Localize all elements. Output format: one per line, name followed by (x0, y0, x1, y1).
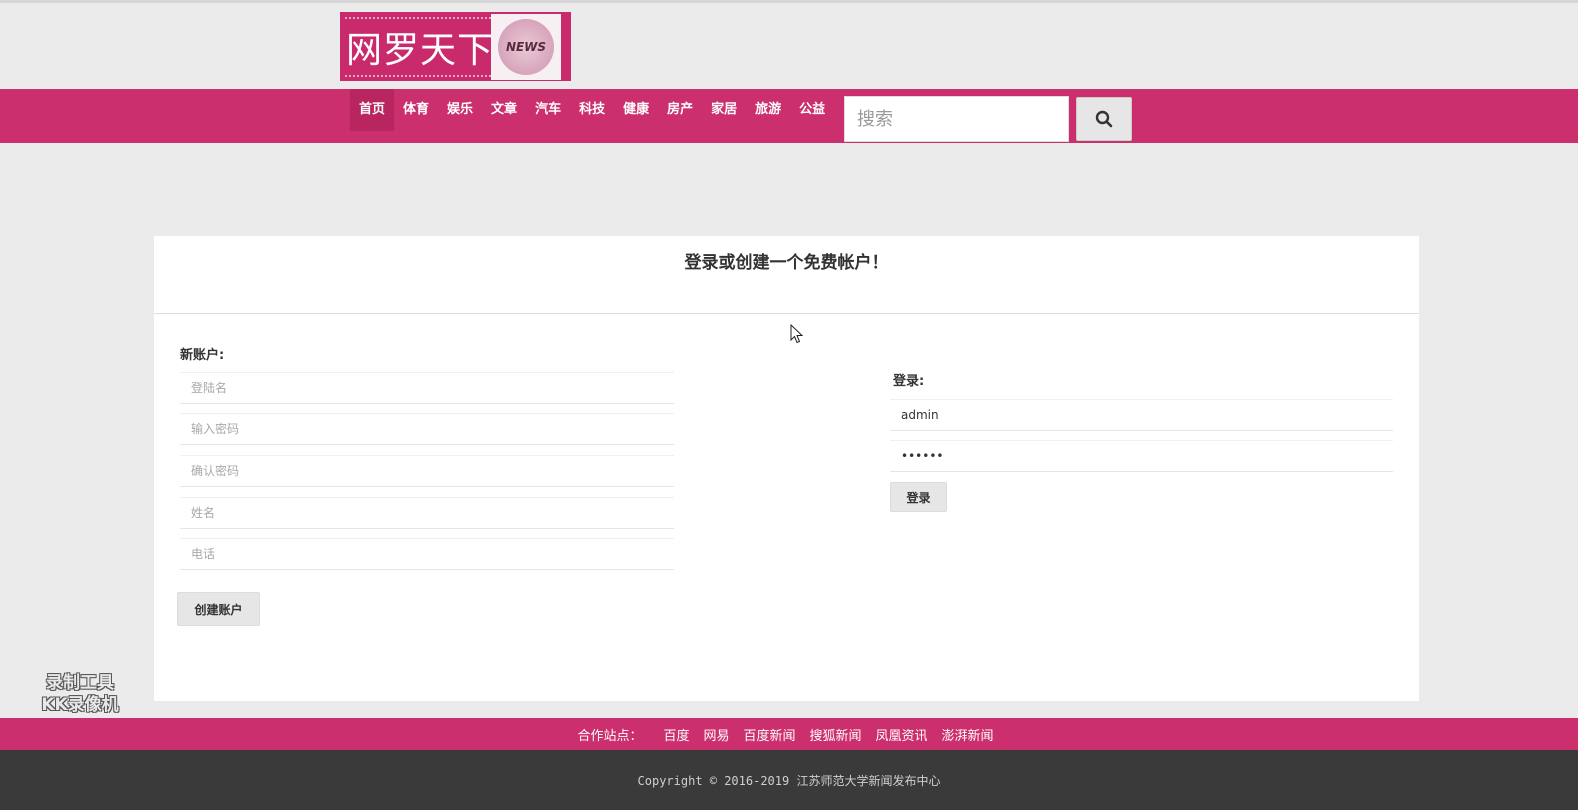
nav-item-home-living[interactable]: 家居 (702, 89, 746, 131)
logo-text: 网罗天下 (345, 16, 495, 77)
footer-partner-links: 合作站点： 百度 网易 百度新闻 搜狐新闻 凤凰资讯 澎湃新闻 (0, 718, 1578, 750)
partner-link-baidu[interactable]: 百度 (663, 725, 689, 744)
register-password-input[interactable] (180, 413, 674, 445)
nav-item-travel[interactable]: 旅游 (746, 89, 790, 131)
nav-item-health[interactable]: 健康 (614, 89, 658, 131)
watermark-line1: 录制工具 (46, 673, 114, 693)
search-button[interactable] (1076, 97, 1132, 141)
partner-link-thepaper[interactable]: 澎湃新闻 (942, 725, 994, 744)
partner-link-baidu-news[interactable]: 百度新闻 (743, 725, 795, 744)
register-confirm-password-input[interactable] (180, 455, 674, 487)
login-section-label: 登录: (893, 374, 925, 389)
mouse-pointer-icon (790, 324, 804, 344)
partner-link-sohu-news[interactable]: 搜狐新闻 (810, 725, 862, 744)
recorder-watermark: 录制工具 KK录像机 (22, 672, 138, 716)
panel-title: 登录或创建一个免费帐户！ (154, 236, 1419, 314)
search-input[interactable] (844, 96, 1069, 142)
nav-menu: 首页 体育 娱乐 文章 汽车 科技 健康 房产 家居 旅游 公益 (350, 89, 834, 131)
nav-item-articles[interactable]: 文章 (482, 89, 526, 131)
partners-label: 合作站点： (577, 728, 643, 744)
register-phone-input[interactable] (180, 538, 674, 570)
copyright-bar: Copyright © 2016-2019 江苏师范大学新闻发布中心 (0, 750, 1578, 810)
partner-link-ifeng[interactable]: 凤凰资讯 (876, 725, 928, 744)
news-badge-icon: NEWS (498, 19, 554, 75)
main-navbar: 首页 体育 娱乐 文章 汽车 科技 健康 房产 家居 旅游 公益 (0, 89, 1578, 143)
register-section-label: 新账户: (180, 348, 225, 363)
auth-panel: 登录或创建一个免费帐户！ 新账户: 创建账户 登录: 登录 (154, 236, 1419, 701)
top-border (0, 0, 1578, 3)
partner-link-netease[interactable]: 网易 (703, 725, 729, 744)
nav-item-entertainment[interactable]: 娱乐 (438, 89, 482, 131)
nav-item-home[interactable]: 首页 (350, 89, 395, 131)
nav-item-sports[interactable]: 体育 (394, 89, 438, 131)
site-logo[interactable]: 网罗天下 NEWS (340, 12, 571, 81)
login-username-input[interactable] (890, 399, 1393, 431)
login-button[interactable]: 登录 (890, 482, 947, 512)
nav-item-realestate[interactable]: 房产 (658, 89, 702, 131)
nav-item-auto[interactable]: 汽车 (526, 89, 570, 131)
nav-item-tech[interactable]: 科技 (570, 89, 614, 131)
register-username-input[interactable] (180, 372, 674, 404)
logo-news-badge: NEWS (491, 14, 561, 80)
copyright-text: Copyright © 2016-2019 江苏师范大学新闻发布中心 (637, 774, 941, 788)
search-icon (1095, 110, 1113, 128)
create-account-button[interactable]: 创建账户 (177, 592, 260, 626)
register-name-input[interactable] (180, 497, 674, 529)
nav-item-charity[interactable]: 公益 (790, 89, 834, 131)
login-password-input[interactable] (890, 440, 1393, 472)
watermark-line2: KK录像机 (41, 695, 119, 715)
